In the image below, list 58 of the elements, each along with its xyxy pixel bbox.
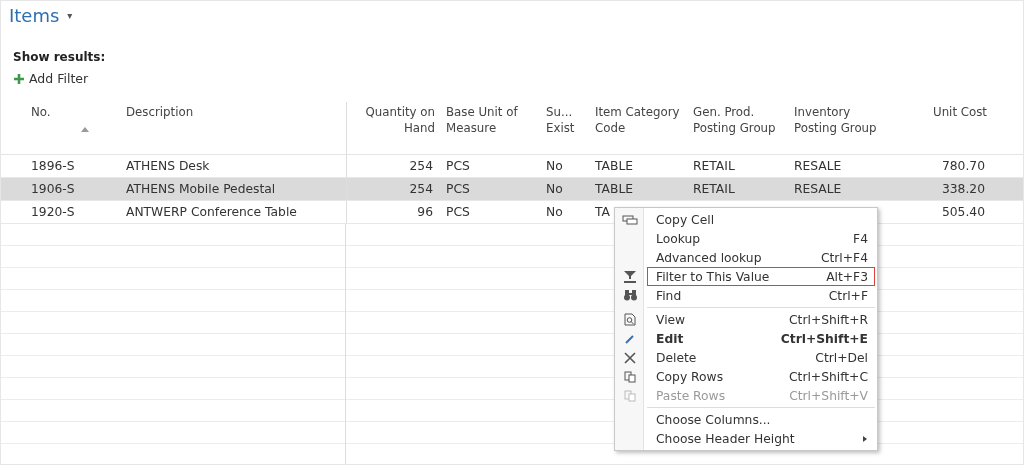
table-cell: PCS: [446, 205, 470, 219]
table-cell: No: [546, 159, 563, 173]
table-cell: ANTWERP Conference Table: [126, 205, 297, 219]
menu-item[interactable]: Choose Header Height: [647, 429, 875, 448]
filter-icon: [624, 270, 636, 283]
menu-item[interactable]: Lookup F4: [647, 229, 875, 248]
table-cell: 254: [409, 159, 433, 173]
table-row[interactable]: 1906-S ATHENS Mobile Pedestal 254 PCS No TABLE RETAIL RESALE 338.20: [1, 178, 1023, 201]
menu-item[interactable]: Find Ctrl+F: [647, 286, 875, 305]
column-header[interactable]: Description: [126, 104, 194, 120]
menu-item[interactable]: Choose Columns...: [647, 410, 875, 429]
table-cell: No: [546, 205, 563, 219]
table-cell: RESALE: [794, 182, 842, 196]
menu-item[interactable]: View Ctrl+Shift+R: [647, 310, 875, 329]
show-results-heading: Show results:: [12, 49, 106, 64]
table-cell: 254: [409, 182, 433, 196]
preview-icon: [624, 313, 636, 326]
page-title[interactable]: Items: [9, 5, 60, 26]
copy-icon: [622, 214, 638, 225]
table-cell: TABLE: [595, 182, 634, 196]
plus-icon[interactable]: [13, 72, 25, 85]
column-header[interactable]: Su... Exist: [546, 104, 584, 136]
paste-icon: [624, 389, 636, 402]
menu-item[interactable]: Advanced lookup Ctrl+F4: [647, 248, 875, 267]
table-cell: RETAIL: [693, 182, 735, 196]
menu-item[interactable]: Copy Rows Ctrl+Shift+C: [647, 367, 875, 386]
table-cell: 96: [417, 205, 433, 219]
add-filter-link[interactable]: Add Filter: [29, 71, 89, 86]
column-header[interactable]: Inventory Posting Group: [794, 104, 887, 136]
table-cell: TA: [595, 205, 610, 219]
menu-item[interactable]: Filter to This Value Alt+F3: [647, 267, 875, 286]
binoculars-icon: [623, 290, 637, 301]
table-cell: PCS: [446, 159, 470, 173]
column-header[interactable]: Item Category Code: [595, 104, 682, 136]
table-cell: 338.20: [941, 182, 985, 196]
table-cell: 1906-S: [31, 182, 75, 196]
table-cell: ATHENS Desk: [126, 159, 210, 173]
column-header[interactable]: No.: [31, 104, 51, 120]
table-cell: RETAIL: [693, 159, 735, 173]
column-header[interactable]: Unit Cost: [933, 104, 987, 120]
table-cell: RESALE: [794, 159, 842, 173]
table-cell: 1896-S: [31, 159, 75, 173]
column-header[interactable]: Base Unit of Measure: [446, 104, 535, 136]
delete-icon: [624, 351, 636, 364]
copy-rows-icon: [624, 370, 636, 383]
menu-item[interactable]: Edit Ctrl+Shift+E: [647, 329, 875, 348]
table-cell: 505.40: [941, 205, 985, 219]
table-cell: No: [546, 182, 563, 196]
table-cell: TABLE: [595, 159, 634, 173]
table-cell: 780.70: [941, 159, 985, 173]
column-header[interactable]: Gen. Prod. Posting Group: [693, 104, 783, 136]
table-cell: ATHENS Mobile Pedestal: [126, 182, 276, 196]
pencil-icon: [625, 333, 635, 344]
table-cell: PCS: [446, 182, 470, 196]
column-header[interactable]: Quantity on Hand: [354, 104, 435, 136]
table-cell: 1920-S: [31, 205, 75, 219]
dropdown-caret[interactable]: ▾: [67, 10, 73, 21]
menu-item[interactable]: Delete Ctrl+Del: [647, 348, 875, 367]
